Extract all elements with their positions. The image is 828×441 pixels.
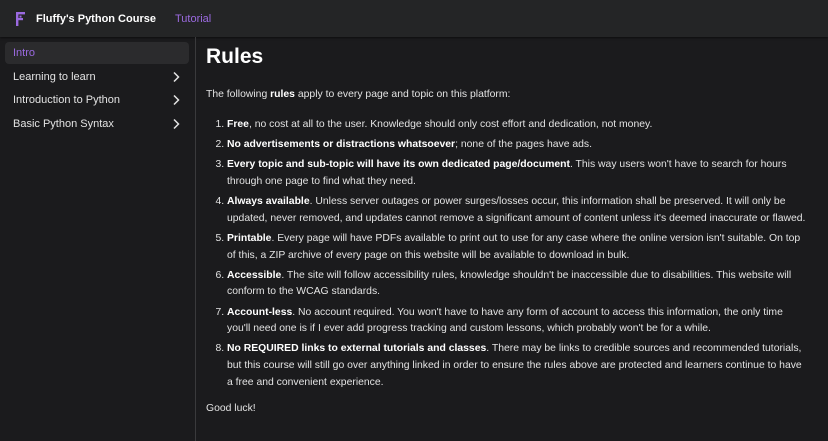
- rule-text: . The site will follow accessibility rul…: [227, 269, 792, 298]
- rule-bold: Accessible: [227, 269, 282, 281]
- rule-bold: No advertisements or distractions whatso…: [227, 139, 456, 151]
- rule-bold: No REQUIRED links to external tutorials …: [227, 343, 487, 355]
- intro-text: apply to every page and topic on this pl…: [294, 89, 511, 100]
- site-title[interactable]: Fluffy's Python Course: [36, 13, 156, 25]
- rule-item: Printable. Every page will have PDFs ava…: [227, 231, 806, 264]
- chevron-right-icon[interactable]: [171, 71, 181, 83]
- rule-item: Every topic and sub-topic will have its …: [227, 157, 806, 190]
- sidebar-item-label: Basic Python Syntax: [13, 117, 114, 130]
- nav-link-tutorial[interactable]: Tutorial: [175, 13, 211, 25]
- sidebar-item-introduction-to-python[interactable]: Introduction to Python: [5, 89, 189, 111]
- rule-text: , no cost at all to the user. Knowledge …: [248, 119, 653, 131]
- sidebar: Intro Learning to learn Introduction to …: [0, 37, 196, 441]
- rules-list: Free, no cost at all to the user. Knowle…: [206, 117, 806, 391]
- intro-bold: rules: [270, 89, 295, 100]
- logo-icon[interactable]: [15, 11, 26, 26]
- rule-item: Always available. Unless server outages …: [227, 194, 806, 227]
- rule-bold: Printable: [227, 233, 272, 245]
- intro-text: The following: [206, 89, 271, 100]
- rule-text: . Every page will have PDFs available to…: [227, 233, 801, 261]
- sidebar-item-label: Intro: [13, 47, 36, 59]
- navbar: Fluffy's Python Course Tutorial: [0, 0, 828, 37]
- intro-paragraph: The following rules apply to every page …: [206, 87, 806, 104]
- outro-text: Good luck!: [206, 403, 256, 415]
- sidebar-item-learning-to-learn[interactable]: Learning to learn: [5, 66, 189, 88]
- rule-bold: Always available: [227, 196, 310, 208]
- sidebar-item-basic-python-syntax[interactable]: Basic Python Syntax: [5, 113, 189, 135]
- rule-bold: Every topic and sub-topic will have its …: [227, 159, 570, 171]
- rule-item: Free, no cost at all to the user. Knowle…: [227, 117, 806, 134]
- chevron-right-icon[interactable]: [171, 94, 181, 106]
- sidebar-item-label: Introduction to Python: [13, 94, 121, 107]
- sidebar-item-intro[interactable]: Intro: [5, 42, 189, 64]
- rule-bold: Account-less: [227, 306, 293, 318]
- rule-item: No REQUIRED links to external tutorials …: [227, 341, 806, 391]
- rule-item: No advertisements or distractions whatso…: [227, 137, 806, 154]
- rule-item: Accessible. The site will follow accessi…: [227, 268, 806, 301]
- page-title: Rules: [206, 45, 264, 68]
- rule-text: . Unless server outages or power surges/…: [227, 196, 806, 224]
- rule-bold: Free: [227, 119, 249, 131]
- rule-item: Account-less. No account required. You w…: [227, 305, 806, 338]
- rule-text: . No account required. You won't have to…: [227, 306, 783, 335]
- rule-text: ; none of the pages have ads.: [455, 139, 593, 151]
- main-content: Rules The following rules apply to every…: [206, 37, 806, 418]
- chevron-right-icon[interactable]: [171, 118, 181, 130]
- sidebar-item-label: Learning to learn: [13, 70, 96, 83]
